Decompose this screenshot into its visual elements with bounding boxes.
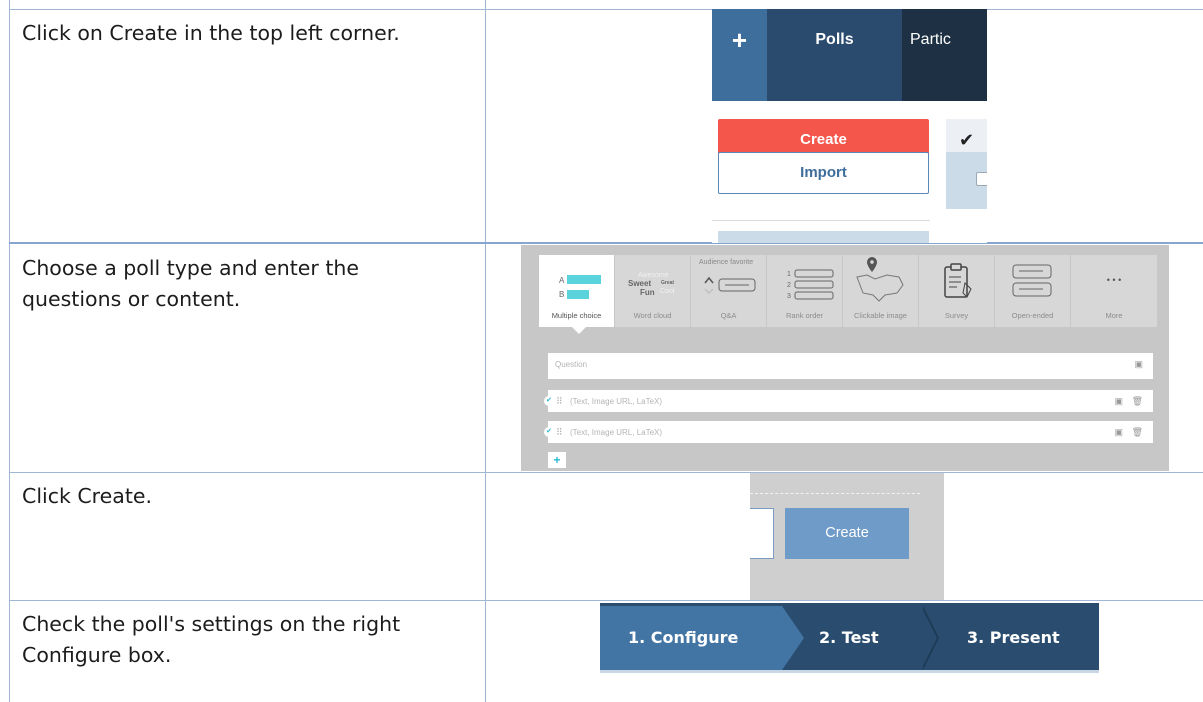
poll-type-survey[interactable]: Survey — [919, 255, 995, 327]
poll-type-more[interactable]: • • • More — [1071, 255, 1157, 327]
correct-check-icon[interactable]: ✔ — [544, 427, 554, 437]
poll-type-label: Survey — [944, 311, 969, 320]
create-button[interactable]: Create — [785, 508, 909, 559]
option-placeholder: (Text, Image URL, LaTeX) — [570, 428, 663, 437]
svg-text:Great: Great — [661, 280, 674, 286]
text-input-edge[interactable] — [750, 508, 774, 559]
option-input-2[interactable]: ✔ ⠿ (Text, Image URL, LaTeX) ▣ 🗑 — [544, 421, 1153, 443]
qa-icon: Audience favorite — [699, 259, 756, 294]
svg-text:Fun: Fun — [640, 288, 655, 297]
poll-type-row: A B Multiple choice Awesome Sweet Great … — [539, 255, 1157, 327]
checkbox[interactable] — [976, 172, 987, 186]
poll-type-qa[interactable]: Audience favorite Q&A — [691, 255, 767, 327]
question-placeholder: Question — [555, 360, 588, 369]
divider — [712, 220, 930, 221]
step-test-label[interactable]: 2. Test — [819, 606, 879, 670]
step-4-text: Check the poll's settings on the right C… — [22, 612, 401, 667]
row-divider-1 — [9, 242, 1203, 244]
table-top-border — [9, 9, 1203, 10]
svg-text:3: 3 — [787, 293, 791, 300]
row-divider-3 — [9, 600, 1203, 601]
add-option-button[interactable]: + — [548, 452, 566, 468]
instruction-table: Click on Create in the top left corner. … — [0, 0, 1203, 702]
map-pin-icon — [856, 257, 904, 302]
option-a-letter: A — [559, 276, 565, 285]
more-dots-icon: • • • — [1106, 275, 1122, 285]
trash-icon[interactable]: 🗑 — [1132, 396, 1143, 407]
poll-type-label: Word cloud — [633, 311, 672, 320]
poll-type-label: Clickable image — [854, 311, 907, 320]
tab-polls[interactable]: Polls — [767, 9, 902, 101]
poll-type-multiple-choice[interactable]: A B Multiple choice — [539, 255, 615, 327]
svg-text:2: 2 — [787, 282, 791, 289]
selected-indicator — [572, 327, 586, 334]
option-input-1[interactable]: ✔ ⠿ (Text, Image URL, LaTeX) ▣ 🗑 — [544, 390, 1153, 412]
svg-text:Cool: Cool — [660, 288, 675, 295]
poll-type-label: Q&A — [720, 311, 737, 320]
poll-type-label: Open-ended — [1011, 311, 1054, 320]
drag-handle-icon[interactable]: ⠿ — [556, 427, 563, 438]
option-placeholder: (Text, Image URL, LaTeX) — [570, 397, 663, 406]
poll-type-label: More — [1105, 311, 1123, 320]
image-icon[interactable]: ▣ — [1114, 396, 1123, 407]
svg-text:1: 1 — [787, 271, 791, 278]
step-configure-label[interactable]: 1. Configure — [628, 606, 738, 670]
bar-options-icon: A B — [559, 275, 601, 299]
poll-type-clickable-image[interactable]: Clickable image — [843, 255, 919, 327]
svg-text:Audience favorite: Audience favorite — [699, 259, 753, 266]
row-divider-2 — [9, 472, 1203, 473]
step-2-text: Choose a poll type and enter the questio… — [22, 256, 359, 311]
poll-type-rank-order[interactable]: 1 2 3 Rank order — [767, 255, 843, 327]
word-cloud-icon: Awesome Sweet Great Fun Cool — [628, 272, 675, 297]
image-icon[interactable]: ▣ — [1134, 359, 1143, 370]
option-b-letter: B — [559, 290, 564, 299]
chat-bubbles-icon — [1012, 264, 1052, 297]
step-1-text: Click on Create in the top left corner. — [22, 21, 400, 45]
svg-text:Sweet: Sweet — [628, 279, 651, 288]
step-present-label[interactable]: 3. Present — [967, 606, 1060, 670]
step-bar-screenshot: 1. Configure 2. Test 3. Present — [600, 603, 1099, 673]
svg-text:Awesome: Awesome — [638, 272, 669, 279]
correct-check-icon[interactable]: ✔ — [544, 396, 554, 406]
select-row-panel — [946, 152, 987, 209]
plus-icon[interactable]: + — [712, 9, 767, 101]
poll-type-label: Multiple choice — [551, 311, 602, 320]
step-3-text: Click Create. — [22, 484, 152, 508]
rank-order-icon: 1 2 3 — [787, 269, 834, 300]
drag-handle-icon[interactable]: ⠿ — [556, 396, 563, 407]
poll-type-word-cloud[interactable]: Awesome Sweet Great Fun Cool Word cloud — [615, 255, 691, 327]
clipboard-icon — [944, 263, 972, 298]
poll-type-editor-screenshot: A B Multiple choice Awesome Sweet Great … — [521, 245, 1169, 471]
table-column-divider — [485, 0, 486, 702]
step-separator-fill — [921, 606, 937, 670]
step-bar-underline — [600, 670, 1099, 673]
my-polls-item[interactable] — [718, 231, 929, 243]
poll-type-open-ended[interactable]: Open-ended — [995, 255, 1071, 327]
import-button[interactable]: Import — [718, 152, 929, 194]
trash-icon[interactable]: 🗑 — [1132, 427, 1143, 438]
question-input[interactable]: Question ▣ — [548, 353, 1153, 379]
table-left-border — [9, 0, 10, 702]
create-button-screenshot: Create — [750, 473, 944, 600]
tab-participants[interactable]: Partic — [902, 9, 987, 101]
image-icon[interactable]: ▣ — [1114, 427, 1123, 438]
dashed-divider — [750, 493, 920, 494]
poll-type-label: Rank order — [785, 311, 824, 320]
polls-menu-screenshot: + Polls Partic Create ✔ Import — [712, 9, 987, 243]
